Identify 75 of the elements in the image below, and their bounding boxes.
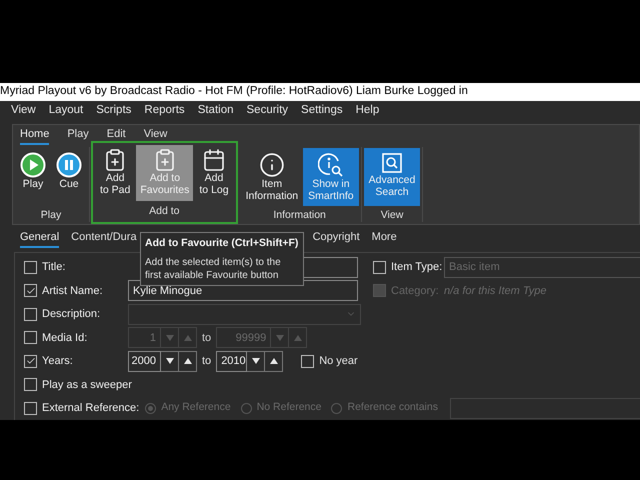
menu-item[interactable]: Settings [301,102,343,120]
checkbox[interactable] [373,260,386,274]
ribbon-button[interactable]: Item Information [242,149,302,206]
ribbon-button[interactable]: Advanced Search [364,149,420,206]
checkbox-label: No year [319,354,358,370]
spin-up-button[interactable] [265,350,284,372]
field-label: Item Type: [391,260,439,276]
form-tab[interactable]: More [372,228,397,248]
menu-item[interactable]: Station [198,102,234,120]
search-icon [381,152,403,174]
checkbox[interactable] [24,354,37,368]
caret-up-icon [294,334,302,341]
info-search-icon [318,152,344,178]
menu-item[interactable]: View [11,102,36,120]
field-label: Play as a sweeper [41,378,133,393]
checkbox[interactable] [24,284,37,298]
field-label: Category: [391,284,439,299]
caret-down-icon [276,334,284,341]
ribbon-button[interactable]: Add to Pad [96,145,134,202]
checkbox[interactable] [24,260,37,274]
menu-item[interactable]: Reports [144,102,185,120]
form-tab[interactable]: Content/Dura [71,228,137,248]
field-label: Description: [41,307,102,322]
form-tab[interactable]: Copyright [312,228,360,248]
number-field[interactable]: 2010 [216,350,248,372]
menu-item[interactable]: Help [356,102,380,120]
tooltip-title: Add to Favourite (Ctrl+Shift+F) [145,236,299,251]
spin-down-button[interactable] [247,350,266,372]
caret-down-icon [252,358,260,364]
check-icon [26,356,36,366]
calendar-icon [202,148,226,172]
field-label: Artist Name: [41,284,104,299]
spin-up-button[interactable] [179,350,197,372]
checkbox[interactable] [301,354,314,368]
caret-down-icon [166,334,174,341]
field-label: Media Id: [41,330,88,346]
caret-up-icon [184,358,192,364]
caret-up-icon [184,334,192,341]
ribbon-tab[interactable]: View [144,126,168,146]
play-icon [20,152,46,178]
to-label: to [202,330,212,346]
to-label: to [202,354,212,370]
menu-item[interactable]: Layout [48,102,84,120]
field-label: External Reference: [41,401,140,416]
group-label: Information [273,208,326,224]
note-text: n/a for this Item Type [444,284,547,299]
checkbox[interactable] [24,378,37,392]
ribbon-button[interactable]: Play [16,149,50,206]
group-label: View [380,208,404,224]
text-field[interactable] [304,256,358,278]
field-label: Years: [41,354,74,370]
ribbon-button[interactable]: Show in SmartInfo [304,149,358,206]
form-tab[interactable]: General [20,228,60,248]
radio-label: Reference contains [347,400,438,416]
ribbon-button[interactable]: Cue [52,149,86,206]
check-icon [26,286,36,296]
group-label: Play [40,208,62,224]
pause-icon [56,152,82,178]
caret-up-icon [270,358,278,364]
menu-item[interactable]: Scripts [96,102,132,120]
ribbon-tab[interactable]: Play [67,126,89,146]
caret-down-icon [166,358,174,364]
info-icon [258,152,285,178]
window-title: Myriad Playout v6 by Broadcast Radio - Hot FM (Profile: HotRadiov6) Liam Burke Logged in [0,84,468,100]
number-field[interactable]: 2000 [128,350,161,372]
field-label: Title: [41,260,66,276]
ribbon-button[interactable]: Add to Log [195,145,233,202]
group-label: Add to [149,204,180,220]
radio-label: Any Reference [161,400,231,416]
ribbon-tab[interactable]: Edit [106,126,126,146]
radio-label: No Reference [256,400,322,416]
spin-down-button[interactable] [161,350,179,372]
tooltip-text: Add the selected item(s) to the first available Favourite button [145,256,282,282]
menu-item[interactable]: Security [246,102,288,120]
ribbon-tab[interactable]: Home [20,126,50,146]
